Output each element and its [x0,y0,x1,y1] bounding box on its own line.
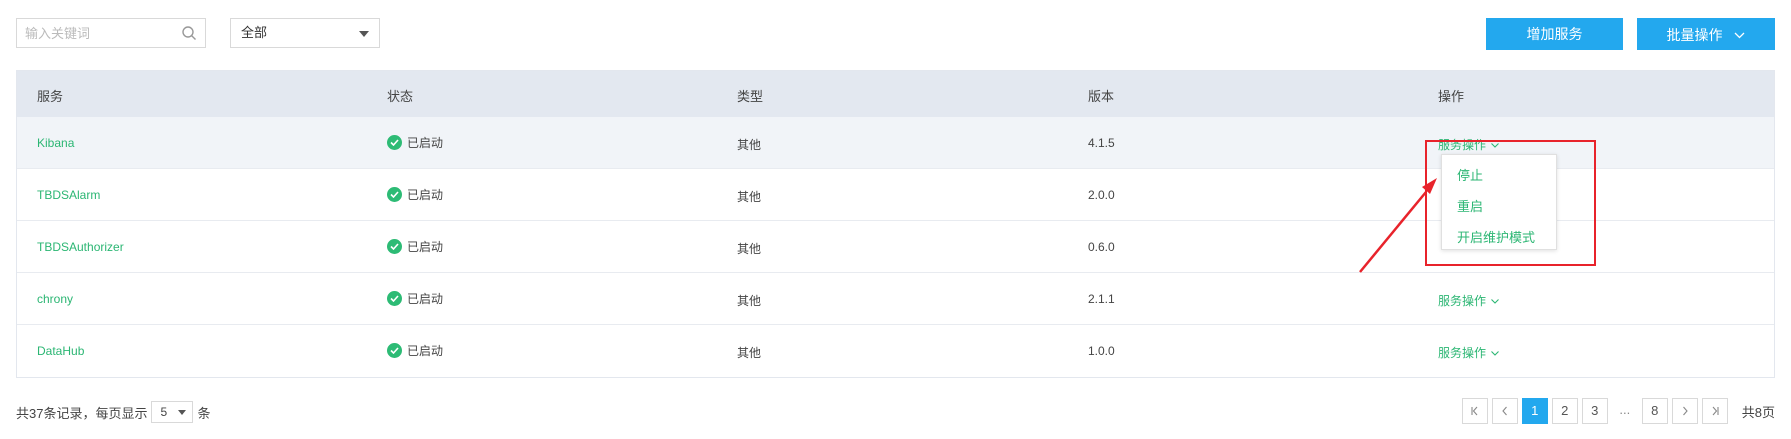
total-pages-text: 共8页 [1741,404,1775,420]
caret-down-icon [178,410,187,415]
annotation-arrow [1359,178,1437,273]
pagination: 1 2 3 ... 8 共8页 [1458,398,1775,424]
total-records-text: 共37条记录，每页显示 [16,405,148,421]
page-button-1[interactable]: 1 [1521,398,1548,424]
page-size-select[interactable]: 5 [151,401,194,423]
page-button-2[interactable]: 2 [1551,398,1578,424]
records-unit-text: 条 [197,405,211,421]
page-button-3[interactable]: 3 [1581,398,1608,424]
page-ellipsis: ... [1611,398,1638,424]
next-page-icon[interactable] [1671,398,1698,424]
last-page-icon[interactable] [1701,398,1728,424]
page-button-8[interactable]: 8 [1641,398,1668,424]
page-size-value: 5 [160,405,168,419]
first-page-icon[interactable] [1461,398,1488,424]
pagination-summary: 共37条记录，每页显示 5 条 [16,401,210,423]
prev-page-icon[interactable] [1491,398,1518,424]
